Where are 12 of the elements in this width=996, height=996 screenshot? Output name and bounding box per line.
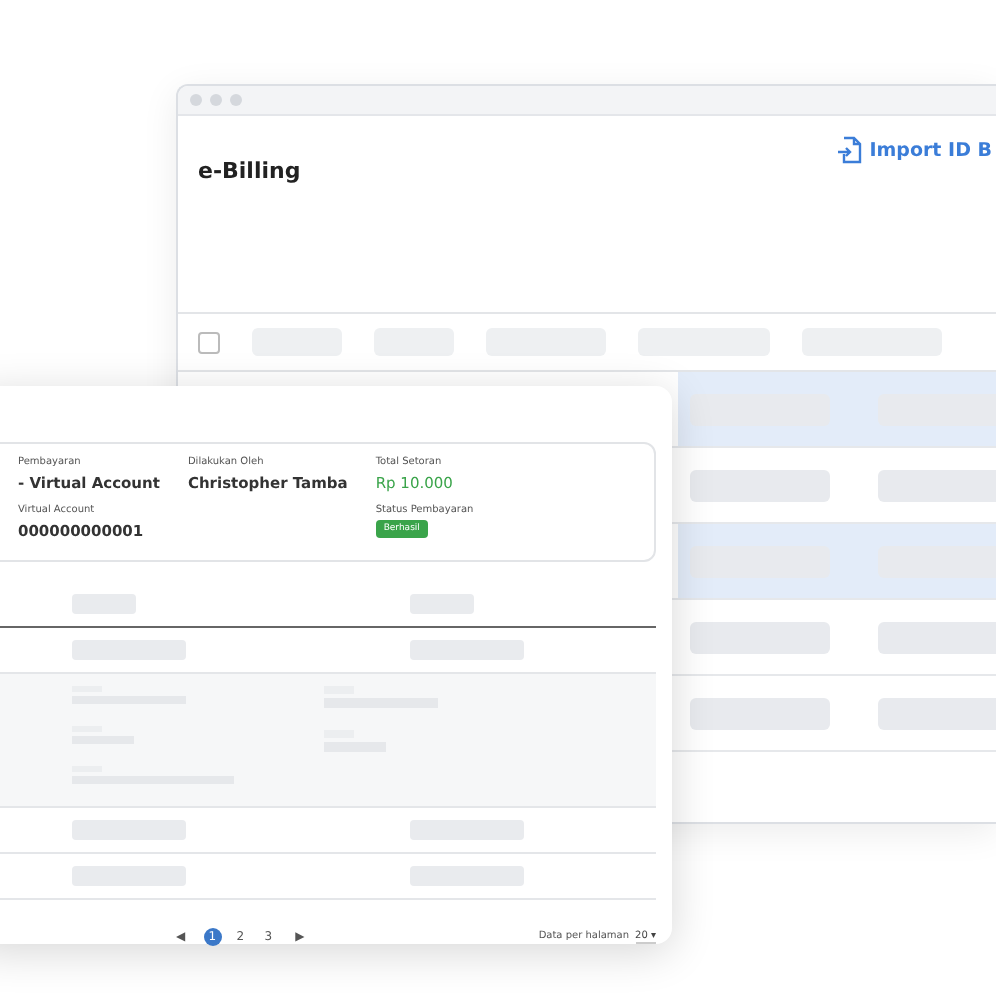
skeleton-bar	[690, 621, 830, 653]
file-import-icon	[835, 136, 862, 164]
checkbox[interactable]	[198, 331, 220, 353]
window-dot-icon[interactable]	[230, 94, 242, 106]
page-title: e-Billing	[198, 158, 301, 184]
import-button[interactable]: Import ID B	[835, 136, 992, 164]
skeleton-bar	[690, 697, 830, 729]
table-row[interactable]	[678, 524, 996, 598]
window-dot-icon[interactable]	[210, 94, 222, 106]
skeleton-bar	[690, 469, 830, 501]
table-row[interactable]	[678, 372, 996, 446]
window-dot-icon[interactable]	[190, 94, 202, 106]
